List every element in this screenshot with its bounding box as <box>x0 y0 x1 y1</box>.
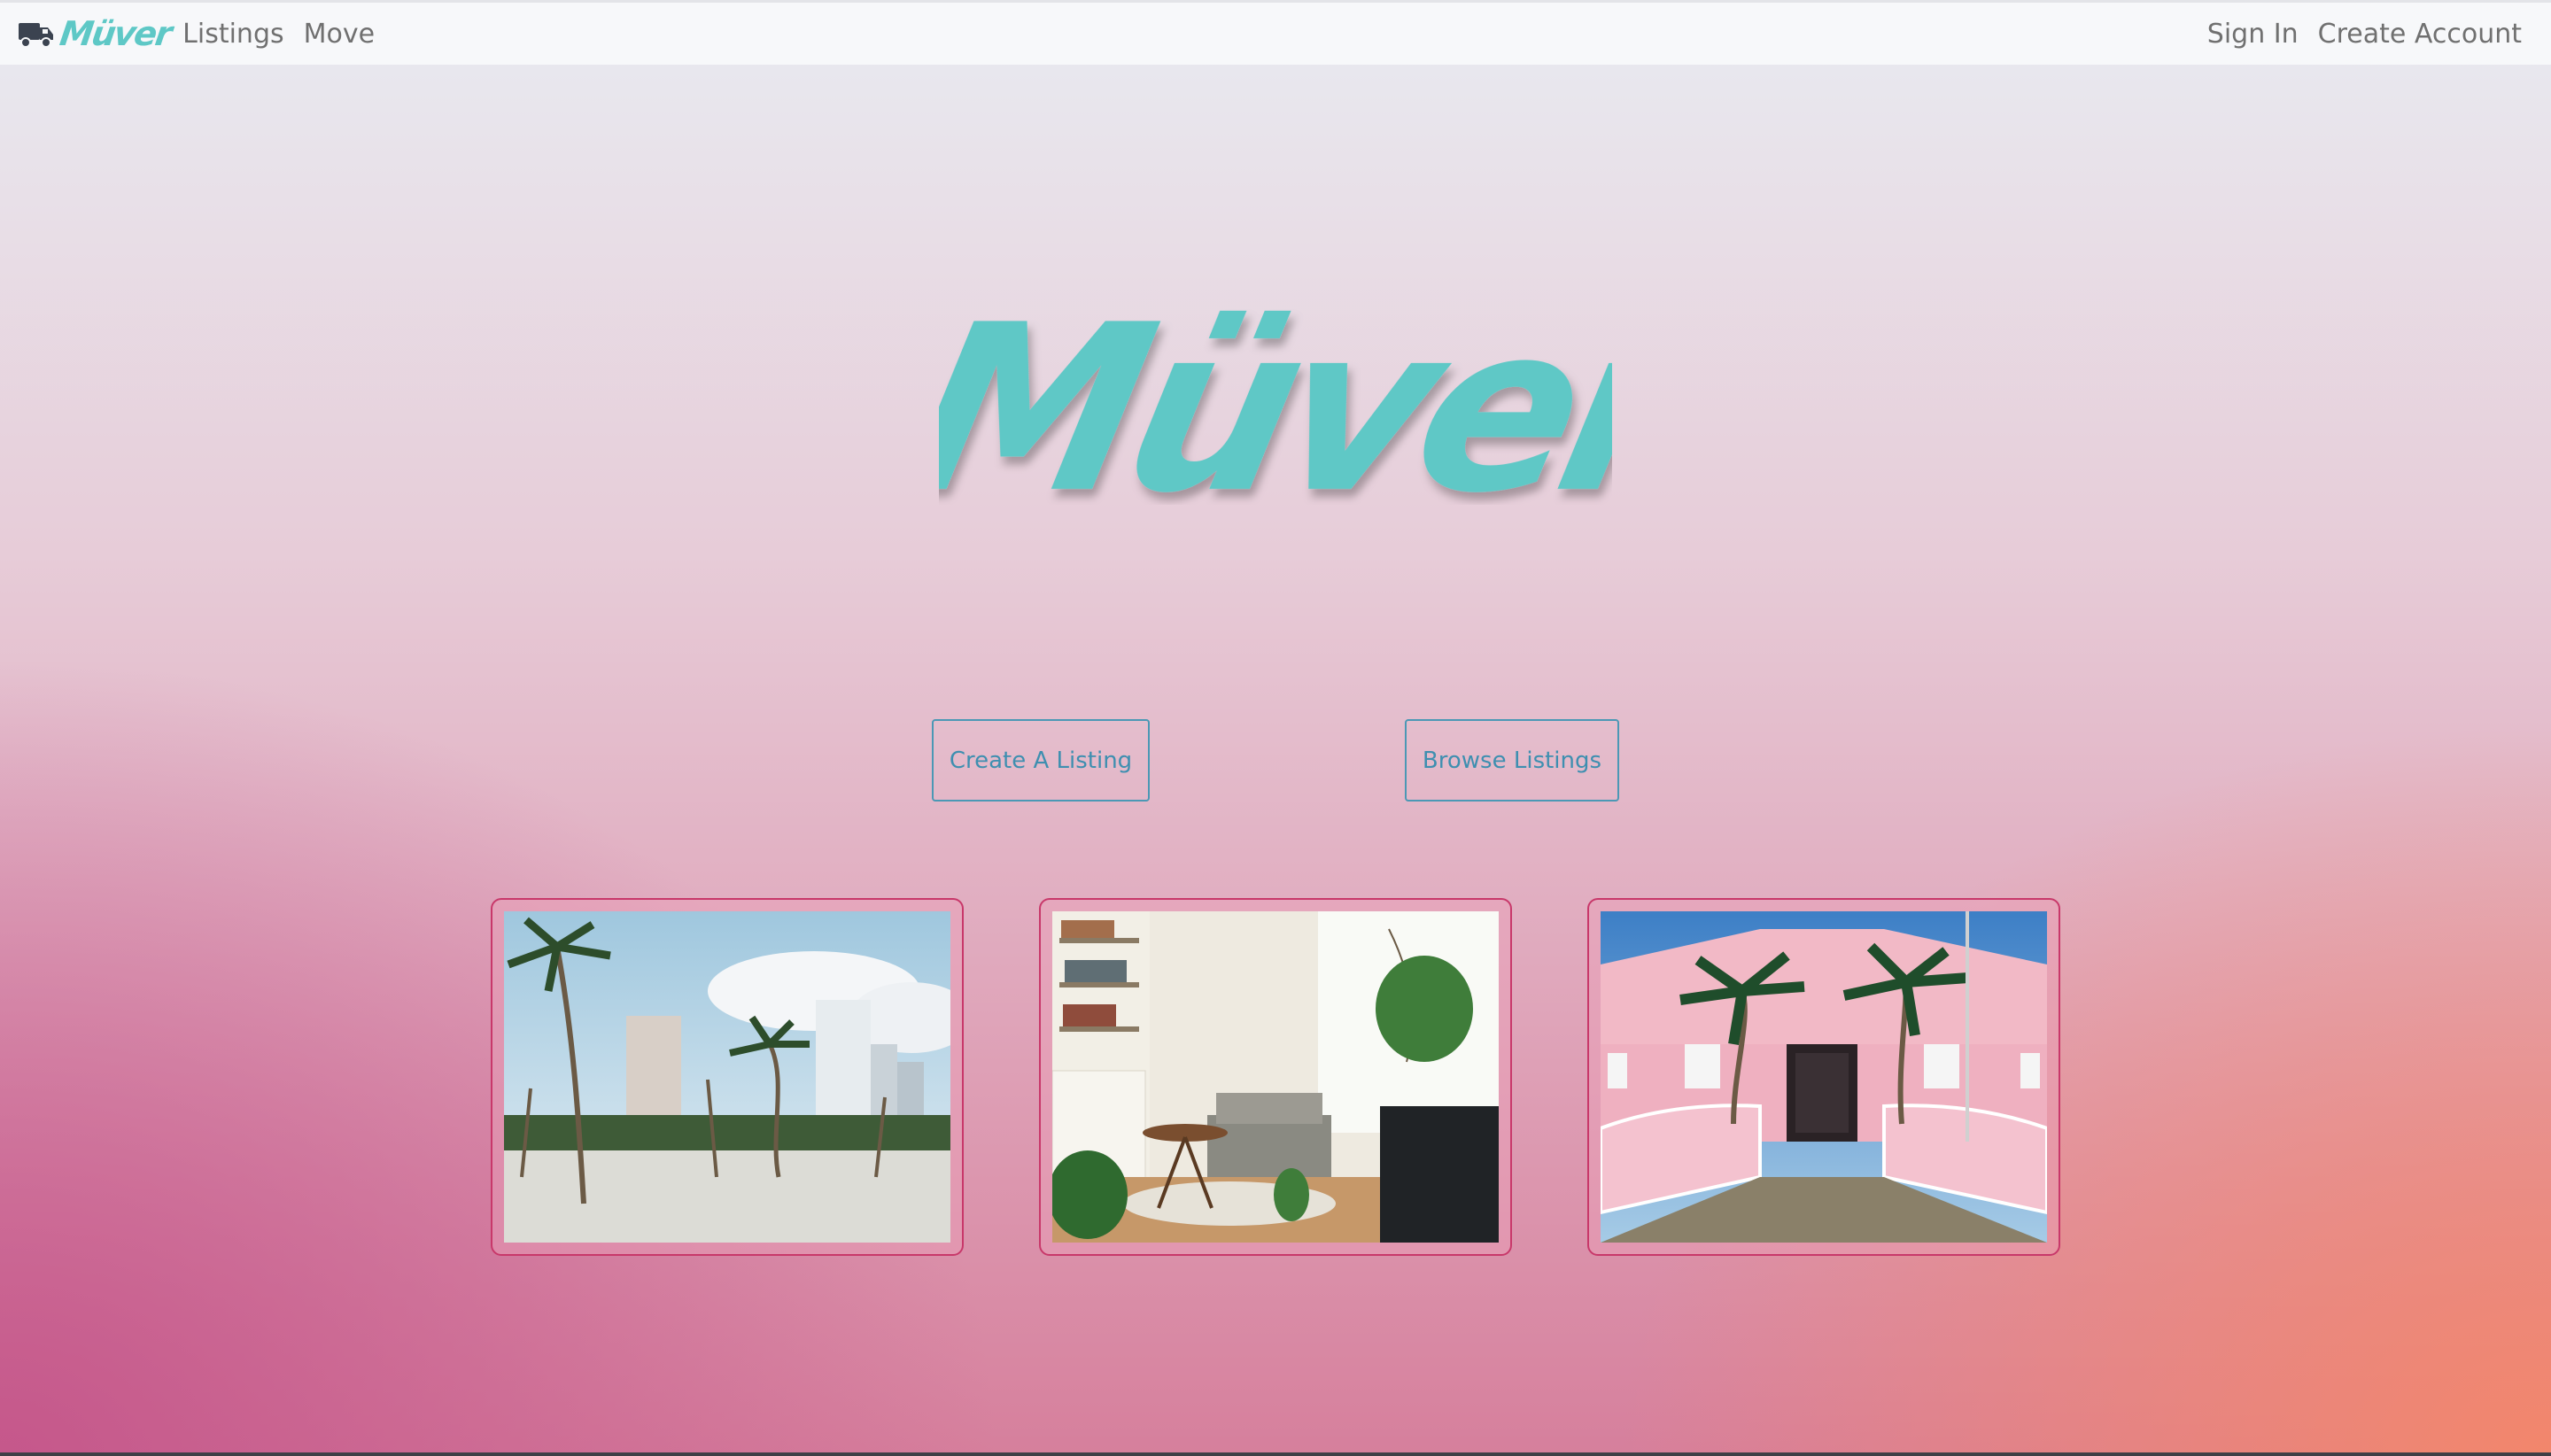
truck-icon <box>19 23 53 48</box>
hero-logo: Müver <box>939 283 1612 505</box>
living-room-photo <box>1052 911 1499 1243</box>
browse-listings-button[interactable]: Browse Listings <box>1405 719 1619 802</box>
gallery-card-living-room[interactable] <box>1039 898 1512 1256</box>
pink-house-photo <box>1601 911 2047 1243</box>
brand-link[interactable]: Müver <box>18 14 174 53</box>
nav-right: Sign In Create Account <box>2207 19 2522 50</box>
nav-link-listings[interactable]: Listings <box>182 19 283 50</box>
hero-logo-text: Müver <box>939 283 1612 505</box>
create-listing-button[interactable]: Create A Listing <box>932 719 1150 802</box>
beach-photo <box>504 911 950 1243</box>
brand-wordmark: Müver <box>57 14 174 53</box>
gallery-card-pink-house[interactable] <box>1587 898 2060 1256</box>
bottom-edge <box>0 1452 2551 1456</box>
create-account-link[interactable]: Create Account <box>2318 19 2522 50</box>
gallery-card-beach[interactable] <box>491 898 964 1256</box>
navbar: Müver Listings Move Sign In Create Accou… <box>0 0 2551 65</box>
nav-link-move[interactable]: Move <box>304 19 375 50</box>
sign-in-link[interactable]: Sign In <box>2207 19 2299 50</box>
